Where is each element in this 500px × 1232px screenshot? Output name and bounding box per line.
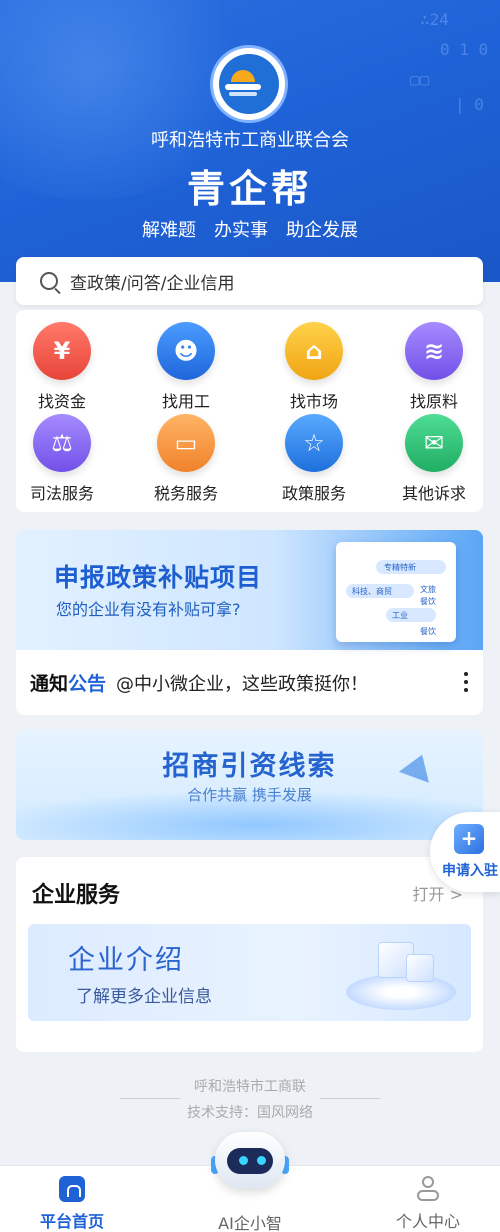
slogan: 助企发展 (286, 220, 358, 241)
service-legal[interactable]: ⚖ 司法服务 (12, 414, 112, 504)
divider (320, 1098, 380, 1099)
service-label: 司法服务 (29, 484, 94, 503)
search-bar[interactable]: 查政策/问答/企业信用 (16, 257, 483, 305)
org-name: 呼和浩特市工商业联合会 (151, 130, 349, 151)
banner-title: 申报政策补贴项目 (54, 563, 263, 592)
worker-icon: ☻ (157, 322, 215, 380)
service-label: 其他诉求 (401, 484, 466, 503)
app-title: 青企帮 (186, 167, 313, 211)
divider (120, 1098, 180, 1099)
nav-label: 个人中心 (395, 1212, 460, 1231)
service-find-market[interactable]: ⌂ 找市场 (264, 322, 364, 412)
nav-label: 平台首页 (39, 1212, 104, 1231)
robot-icon[interactable] (207, 1128, 293, 1198)
service-tax[interactable]: ▭ 税务服务 (136, 414, 236, 504)
nav-label: AI企小智 (218, 1214, 282, 1232)
more-options-icon[interactable] (463, 672, 469, 694)
service-find-workers[interactable]: ☻ 找用工 (136, 322, 236, 412)
enterprise-services-card: 企业服务 打开 > 企业介绍 了解更多企业信息 (16, 857, 483, 1052)
tax-card-icon: ▭ (157, 414, 215, 472)
apply-settle-button[interactable]: 申请入驻 (430, 812, 500, 892)
footer-tech-support: 技术支持：国风网络 (187, 1105, 313, 1121)
materials-hand-icon: ≋ (405, 322, 463, 380)
banner-subtitle: 您的企业有没有补贴可拿? (56, 600, 241, 619)
plus-building-icon (454, 824, 484, 854)
apply-label: 申请入驻 (442, 863, 498, 879)
federation-logo (210, 45, 288, 123)
policy-document-icon: ☆ (285, 414, 343, 472)
policy-illustration: 专精特新 科技、商贸 工业 文旅 餐饮 餐饮 (336, 542, 456, 642)
user-icon (415, 1176, 441, 1202)
service-label: 找资金 (37, 392, 86, 411)
banner-title: 企业介绍 (68, 945, 184, 976)
enterprise-intro-banner[interactable]: 企业介绍 了解更多企业信息 (28, 924, 471, 1021)
service-find-funds[interactable]: ¥ 找资金 (12, 322, 112, 412)
service-policy[interactable]: ☆ 政策服务 (264, 414, 364, 504)
footer-org: 呼和浩特市工商联 (194, 1079, 306, 1095)
service-other-requests[interactable]: ✉ 其他诉求 (384, 414, 484, 504)
policy-tag: 餐饮 (420, 597, 436, 606)
slogan: 办实事 (214, 220, 268, 241)
service-label: 政策服务 (281, 484, 346, 503)
home-icon (59, 1176, 85, 1202)
banner-title: 招商引资线索 (162, 751, 337, 782)
service-label: 税务服务 (153, 484, 218, 503)
notice-bar[interactable]: 通知 公告 @中小微企业，这些政策挺你！ (16, 650, 483, 715)
service-label: 找原料 (409, 392, 458, 411)
policy-tag: 科技、商贸 (352, 587, 392, 596)
policy-banner-card: 申报政策补贴项目 您的企业有没有补贴可拿? 专精特新 科技、商贸 工业 文旅 餐… (16, 530, 483, 715)
service-label: 找市场 (289, 392, 338, 411)
market-house-icon: ⌂ (285, 322, 343, 380)
investment-leads-banner[interactable]: 招商引资线索 合作共赢 携手发展 (16, 730, 483, 840)
cube-platform-illustration (346, 974, 456, 1010)
notice-text: @中小微企业，这些政策挺你！ (116, 673, 369, 695)
nav-ai-assistant[interactable]: AI企小智 (190, 1204, 310, 1232)
policy-tag: 餐饮 (420, 627, 436, 636)
policy-tag: 工业 (392, 611, 408, 620)
cube-illustration (406, 954, 434, 982)
search-placeholder: 查政策/问答/企业信用 (70, 273, 235, 294)
banner-subtitle: 了解更多企业信息 (76, 987, 212, 1007)
service-label: 找用工 (161, 392, 210, 411)
mail-icon: ✉ (405, 414, 463, 472)
service-grid: ¥ 找资金 ☻ 找用工 ⌂ 找市场 ≋ 找原料 ⚖ 司法服务 ▭ 税务服务 ☆ … (16, 310, 483, 512)
service-find-materials[interactable]: ≋ 找原料 (384, 322, 484, 412)
policy-tag: 文旅 (420, 585, 436, 594)
banner-subtitle: 合作共赢 携手发展 (187, 786, 312, 804)
scales-icon: ⚖ (33, 414, 91, 472)
search-icon (40, 272, 58, 290)
nav-profile[interactable]: 个人中心 (368, 1176, 488, 1232)
money-bag-icon: ¥ (33, 322, 91, 380)
slogan: 解难题 (142, 220, 196, 241)
slogans: 解难题 办实事 助企发展 (0, 216, 500, 242)
hero-header: ∴24 0 1 0 ▢▢ | 0 呼和浩特市工商业联合会 青企帮 解难题 办实事… (0, 0, 500, 282)
section-heading: 企业服务 (32, 883, 121, 908)
policy-tag: 专精特新 (384, 563, 416, 572)
policy-subsidy-banner[interactable]: 申报政策补贴项目 您的企业有没有补贴可拿? 专精特新 科技、商贸 工业 文旅 餐… (16, 530, 483, 650)
nav-home[interactable]: 平台首页 (12, 1176, 132, 1232)
notice-label-a: 通知 (30, 673, 69, 695)
notice-label-b: 公告 (68, 673, 107, 695)
